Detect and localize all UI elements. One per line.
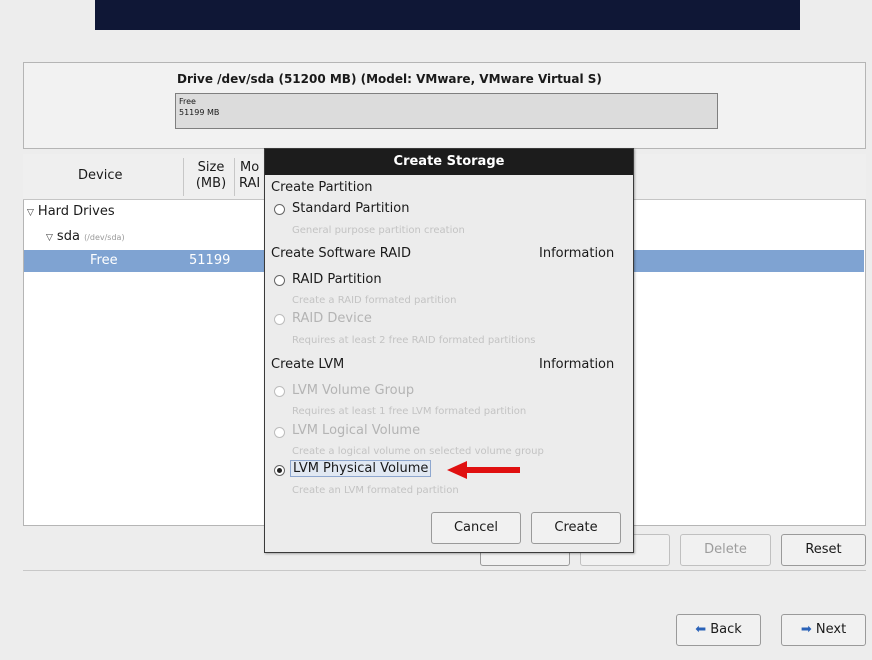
- radio-lvm-volume-group[interactable]: [274, 386, 285, 397]
- desc-lvm-logical-volume: Create a logical volume on selected volu…: [292, 446, 544, 457]
- label-raid-partition[interactable]: RAID Partition: [292, 272, 382, 288]
- top-banner: [95, 0, 800, 30]
- create-storage-dialog: Create Storage Create Partition Standard…: [264, 148, 634, 553]
- arrow-left-icon: ⬅: [695, 622, 707, 637]
- drive-free-space-bar[interactable]: Free 51199 MB: [175, 93, 718, 129]
- create-button[interactable]: Create: [531, 512, 621, 544]
- radio-raid-device[interactable]: [274, 314, 285, 325]
- label-lvm-physical-volume[interactable]: LVM Physical Volume: [290, 460, 432, 477]
- next-button[interactable]: ➡ Next: [781, 614, 866, 646]
- radio-raid-partition[interactable]: [274, 275, 285, 286]
- label-lvm-logical-volume[interactable]: LVM Logical Volume: [292, 423, 420, 439]
- dialog-title: Create Storage: [265, 149, 633, 175]
- label-lvm-volume-group[interactable]: LVM Volume Group: [292, 383, 414, 399]
- desc-lvm-volume-group: Requires at least 1 free LVM formated pa…: [292, 406, 527, 417]
- section-create-software-raid: Create Software RAID: [271, 246, 412, 261]
- radio-lvm-physical-volume[interactable]: [274, 465, 285, 476]
- col-mount-raid[interactable]: Mo RAI: [239, 160, 260, 192]
- section-create-partition: Create Partition: [271, 180, 373, 195]
- desc-raid-partition: Create a RAID formated partition: [292, 295, 457, 306]
- desc-raid-device: Requires at least 2 free RAID formated p…: [292, 335, 536, 346]
- section-create-lvm: Create LVM: [271, 357, 345, 372]
- delete-button[interactable]: Delete: [680, 534, 771, 566]
- desc-lvm-physical-volume: Create an LVM formated partition: [292, 485, 459, 496]
- expander-triangle-icon[interactable]: ▽: [27, 202, 34, 224]
- back-button[interactable]: ⬅ Back: [676, 614, 761, 646]
- radio-standard-partition[interactable]: [274, 204, 285, 215]
- label-standard-partition[interactable]: Standard Partition: [292, 201, 409, 217]
- divider: [23, 570, 866, 571]
- label-raid-device[interactable]: RAID Device: [292, 311, 372, 327]
- reset-button[interactable]: Reset: [781, 534, 866, 566]
- red-arrow-annotation-icon: [447, 461, 520, 479]
- lvm-information-link[interactable]: Information: [539, 357, 614, 373]
- drive-title: Drive /dev/sda (51200 MB) (Model: VMware…: [177, 72, 602, 86]
- col-device[interactable]: Device: [78, 168, 122, 184]
- drive-free-label: Free: [179, 97, 196, 106]
- expander-triangle-icon[interactable]: ▽: [46, 227, 53, 249]
- drive-free-size: 51199 MB: [179, 108, 220, 117]
- radio-lvm-logical-volume[interactable]: [274, 427, 285, 438]
- arrow-right-icon: ➡: [800, 622, 812, 637]
- raid-information-link[interactable]: Information: [539, 246, 614, 262]
- col-size[interactable]: Size (MB): [191, 160, 231, 192]
- row-free-size: 51199: [189, 253, 231, 268]
- cancel-button[interactable]: Cancel: [431, 512, 521, 544]
- row-free-device: Free: [90, 253, 118, 268]
- desc-standard-partition: General purpose partition creation: [292, 225, 465, 236]
